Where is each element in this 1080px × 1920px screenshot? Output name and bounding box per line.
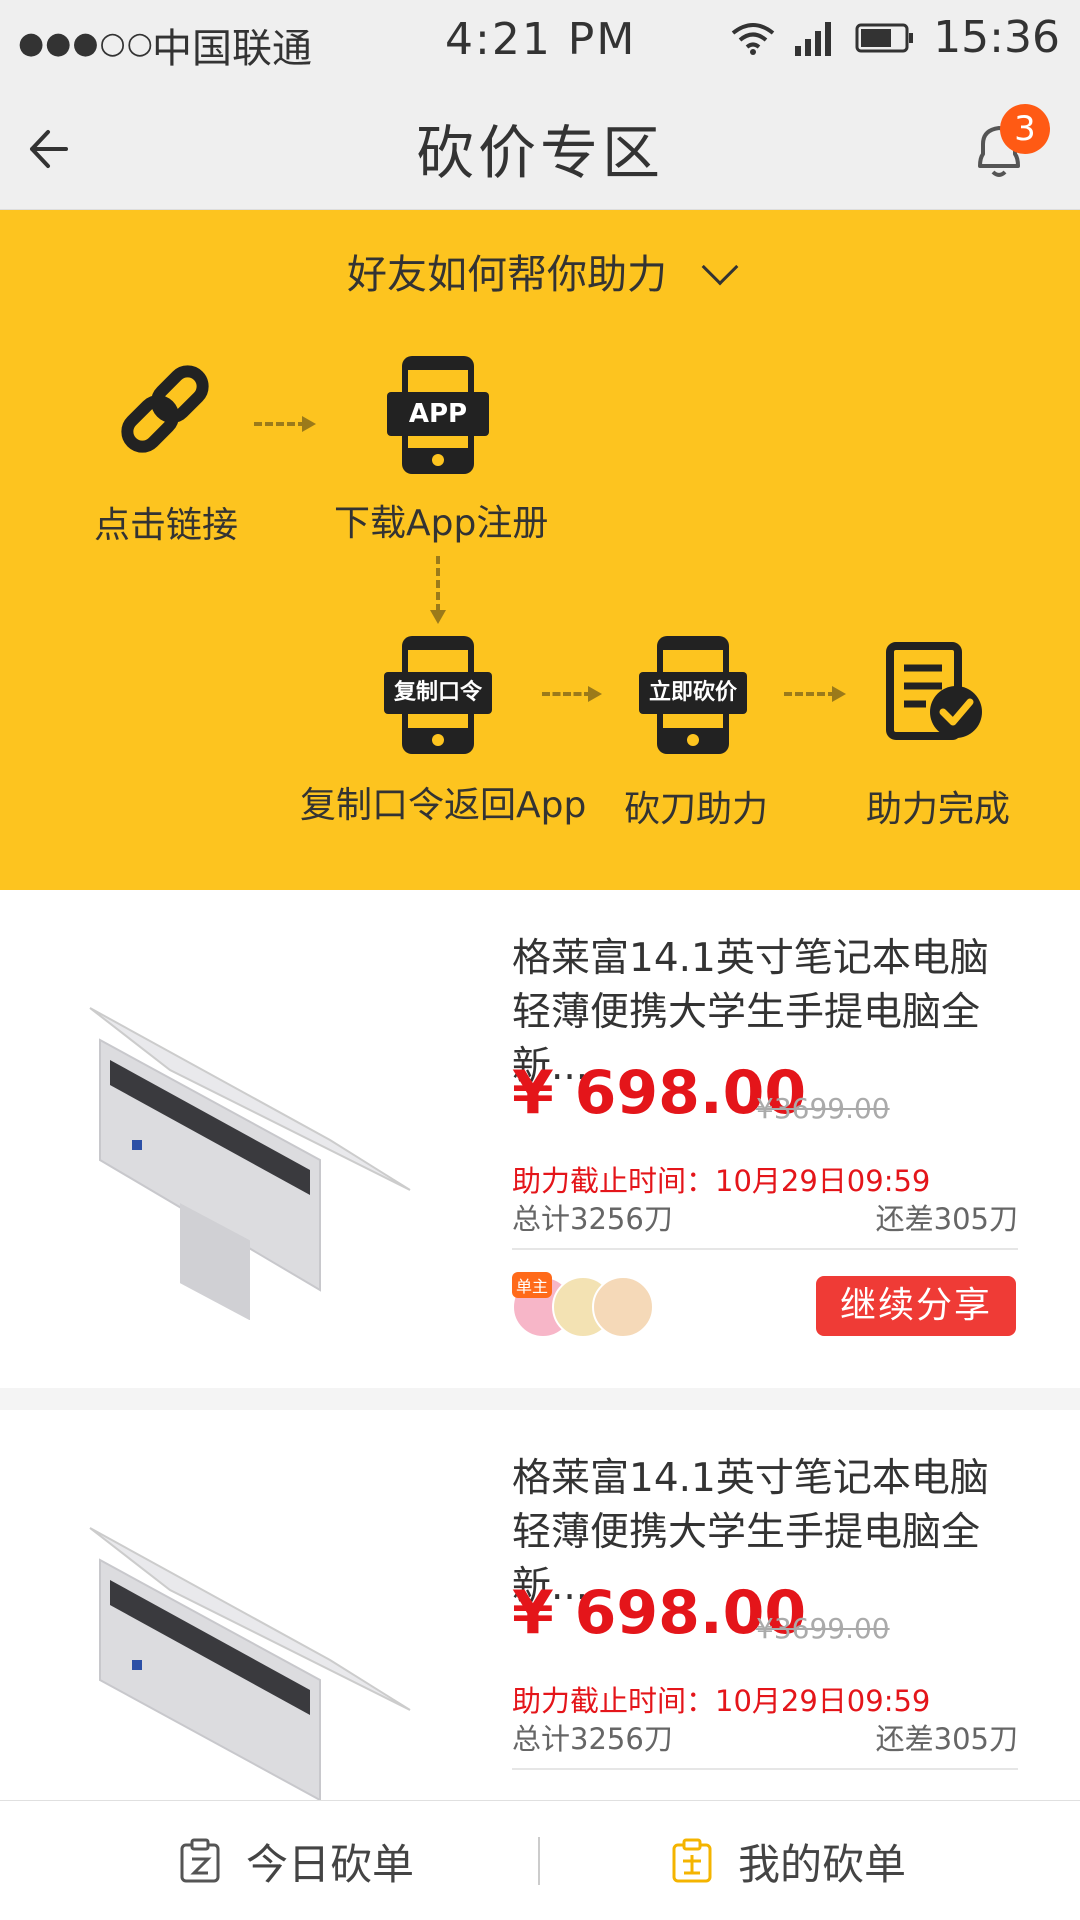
phone-bargain-icon: 立即砍价 <box>639 636 747 754</box>
laptop-image <box>89 1007 411 1320</box>
battery-icon <box>855 23 914 52</box>
carrier-name: 中国联通 <box>152 26 312 72</box>
total-cuts: 总计3256刀 <box>512 1722 673 1756</box>
divider <box>512 1768 1018 1770</box>
link-icon <box>121 365 209 453</box>
phone-app-icon: APP <box>387 356 489 474</box>
bottom-tab-bar: 今日砍单 我的砍单 <box>0 1800 1080 1920</box>
step-label-5: 助力完成 <box>866 789 1011 830</box>
flow-arrow <box>542 686 602 702</box>
tab-label: 我的砍单 <box>738 1839 907 1889</box>
wifi-icon <box>731 22 775 55</box>
tab-divider <box>538 1837 540 1885</box>
laptop-image <box>89 1527 411 1800</box>
guide-heading: 好友如何帮你助力 <box>347 252 667 298</box>
total-cuts: 总计3256刀 <box>512 1202 673 1236</box>
assist-deadline: 助力截止时间：10月29日09:59 <box>512 1684 931 1718</box>
status-time-center: 4:21 PM <box>445 14 637 65</box>
today-order-icon <box>180 1838 220 1883</box>
flow-arrow <box>254 416 316 432</box>
signal-dots: ●●●○○ <box>18 26 154 61</box>
status-time-right: 15:36 <box>933 12 1060 63</box>
tab-label: 今日砍单 <box>246 1839 415 1889</box>
step-label-2: 下载App注册 <box>334 503 549 544</box>
remaining-cuts: 还差305刀 <box>875 1722 1018 1756</box>
status-right: 15:36 <box>731 12 1060 63</box>
continue-share-button[interactable]: 继续分享 <box>816 1276 1016 1336</box>
remaining-cuts: 还差305刀 <box>875 1202 1018 1236</box>
cell-signal-icon <box>795 21 832 56</box>
product-card[interactable]: 格莱富14.1英寸笔记本电脑轻薄便携大学生手提电脑全新... ¥ 698.00 … <box>0 890 1080 1388</box>
notification-badge: 3 <box>1000 104 1050 154</box>
guide-toggle[interactable]: 好友如何帮你助力 <box>0 242 1080 300</box>
assist-deadline: 助力截止时间：10月29日09:59 <box>512 1164 931 1198</box>
bargain-tag: 立即砍价 <box>639 672 747 714</box>
checklist-done-icon <box>886 642 982 740</box>
tab-my-orders[interactable]: 我的砍单 <box>668 1801 906 1920</box>
status-bar: ●●●○○ 中国联通 4:21 PM 15:36 <box>0 0 1080 82</box>
flow-arrow-down <box>430 556 446 624</box>
original-price: ¥3699.00 <box>756 1612 890 1645</box>
tab-today-orders[interactable]: 今日砍单 <box>176 1801 414 1920</box>
nav-bar: 砍价专区 3 <box>0 82 1080 210</box>
page-title: 砍价专区 <box>415 119 664 187</box>
phone-copy-icon: 复制口令 <box>384 636 492 754</box>
avatar <box>592 1276 654 1338</box>
helper-avatars: 单主 <box>512 1272 654 1338</box>
step-label-3: 复制口令返回App <box>300 785 587 826</box>
original-price: ¥3699.00 <box>756 1092 890 1125</box>
my-order-icon <box>672 1838 712 1883</box>
divider <box>512 1248 1018 1250</box>
owner-tag: 单主 <box>512 1272 553 1298</box>
step-label-4: 砍刀助力 <box>624 789 769 830</box>
assist-guide: 好友如何帮你助力 点击链接 APP 下载App注册 复制口令 复制口令返回App… <box>0 210 1080 890</box>
flow-arrow <box>784 686 846 702</box>
product-card[interactable]: 格莱富14.1英寸笔记本电脑轻薄便携大学生手提电脑全新... ¥ 698.00 … <box>0 1410 1080 1800</box>
step-label-1: 点击链接 <box>94 505 239 546</box>
chevron-down-icon <box>701 248 739 286</box>
copy-tag: 复制口令 <box>384 672 492 714</box>
app-tag: APP <box>387 392 489 436</box>
